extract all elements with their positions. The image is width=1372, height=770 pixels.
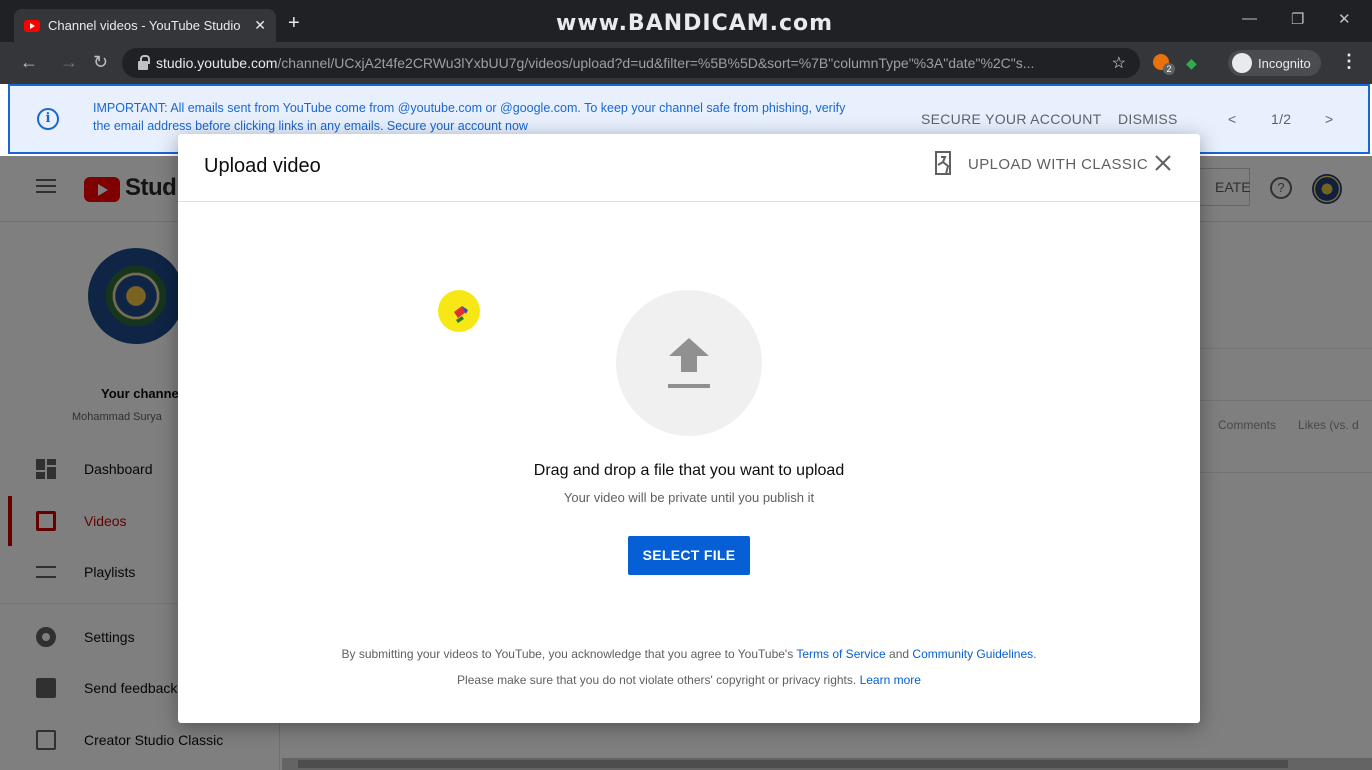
reload-icon[interactable]: ↻	[93, 52, 108, 73]
extension-leaf-icon[interactable]: ◆	[1186, 55, 1197, 72]
cursor-icon	[454, 306, 468, 323]
bandicam-watermark: www.BANDICAM.com	[556, 11, 834, 36]
tab-close-icon[interactable]: ✕	[254, 17, 266, 34]
terms-of-service-link[interactable]: Terms of Service	[796, 647, 885, 661]
upload-drop-zone[interactable]	[616, 290, 762, 436]
legal-period: .	[1033, 647, 1037, 661]
url-path: /channel/UCxjA2t4fe2CRWu3lYxbUU7g/videos…	[277, 55, 1035, 71]
dialog-divider	[178, 201, 1200, 202]
select-file-button[interactable]: SELECT FILE	[628, 536, 750, 575]
browser-tab[interactable]: Channel videos - YouTube Studio ✕	[14, 9, 276, 42]
window-close-icon[interactable]: ✕	[1338, 10, 1351, 28]
upload-with-classic-button[interactable]: UPLOAD WITH CLASSIC	[968, 156, 1148, 173]
browser-menu-icon[interactable]: ⋮	[1340, 51, 1358, 72]
upload-arrow-icon	[668, 338, 710, 388]
mouse-cursor-highlight	[438, 290, 480, 332]
bookmark-star-icon[interactable]: ☆	[1112, 53, 1126, 73]
privacy-hint: Your video will be private until you pub…	[563, 490, 815, 505]
lock-icon	[138, 54, 150, 70]
url-host: studio.youtube.com	[156, 55, 278, 71]
extension-badge: 2	[1163, 63, 1175, 75]
youtube-favicon-icon	[24, 19, 40, 32]
legal-notice: By submitting your videos to YouTube, yo…	[178, 647, 1200, 661]
copyright-notice: Please make sure that you do not violate…	[178, 673, 1200, 687]
legal-and: and	[889, 647, 910, 661]
dismiss-button[interactable]: DISMISS	[1118, 111, 1178, 127]
forward-icon[interactable]: →	[60, 52, 78, 73]
banner-pager: 1/2	[1271, 111, 1292, 127]
restore-icon[interactable]: ❐	[1291, 10, 1304, 28]
legal-prefix: By submitting your videos to YouTube, yo…	[341, 647, 794, 661]
new-tab-button[interactable]: +	[288, 12, 300, 35]
info-icon: i	[37, 108, 59, 130]
incognito-label: Incognito	[1258, 55, 1311, 71]
incognito-indicator[interactable]: Incognito	[1228, 50, 1321, 76]
banner-message: IMPORTANT: All emails sent from YouTube …	[93, 101, 846, 133]
secure-account-button[interactable]: SECURE YOUR ACCOUNT	[921, 111, 1101, 127]
copyright-text: Please make sure that you do not violate…	[457, 673, 857, 687]
minimize-icon[interactable]: —	[1242, 10, 1257, 27]
back-icon[interactable]: ←	[20, 52, 38, 73]
dialog-title: Upload video	[204, 155, 321, 177]
banner-next-icon[interactable]: >	[1325, 111, 1333, 127]
banner-prev-icon[interactable]: <	[1228, 111, 1236, 127]
drag-drop-text: Drag and drop a file that you want to up…	[533, 462, 845, 479]
tab-title: Channel videos - YouTube Studio	[48, 18, 241, 33]
classic-exit-icon[interactable]	[935, 151, 955, 177]
learn-more-link[interactable]: Learn more	[860, 673, 921, 687]
address-bar[interactable]: studio.youtube.com/channel/UCxjA2t4fe2CR…	[122, 48, 1140, 78]
close-icon[interactable]	[1152, 152, 1174, 174]
community-guidelines-link[interactable]: Community Guidelines	[912, 647, 1033, 661]
incognito-icon	[1232, 53, 1252, 73]
